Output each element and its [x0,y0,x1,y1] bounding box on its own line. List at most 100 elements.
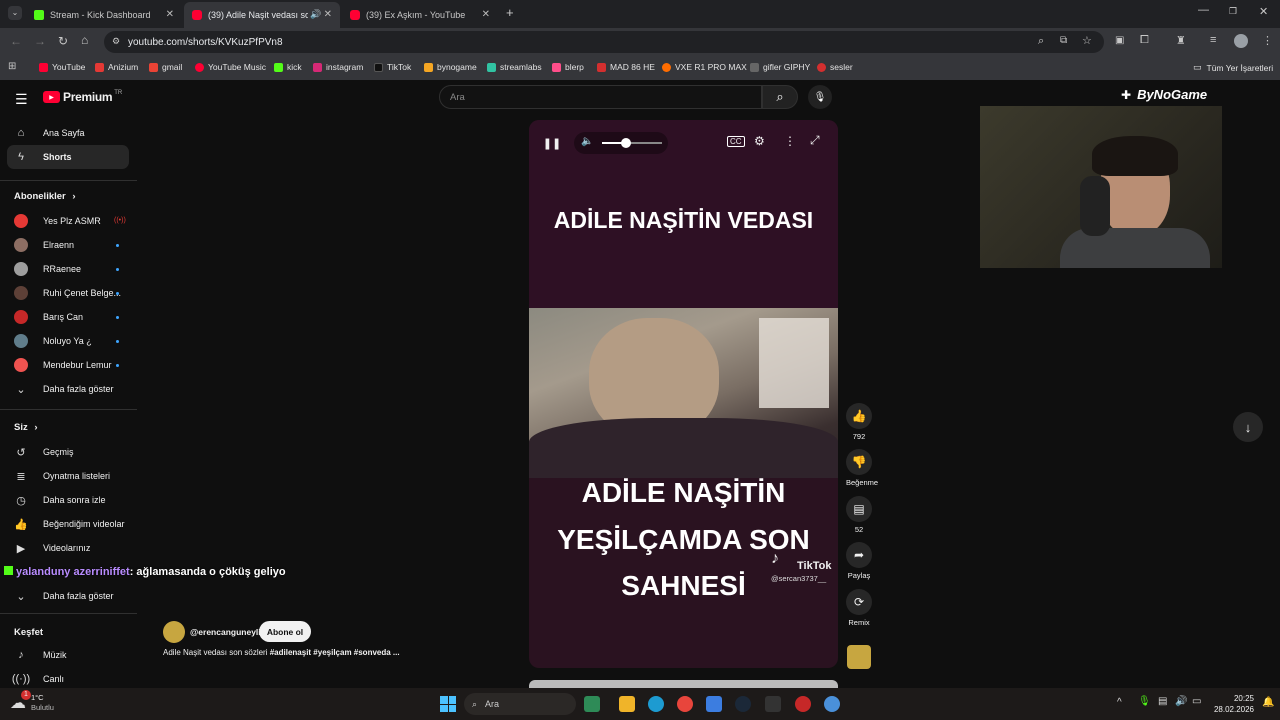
sidebar-show-more-2[interactable]: ⌄ Daha fazla göster [14,589,113,603]
volume-slider-handle[interactable] [621,138,631,148]
dislike-button[interactable]: 👎 Beğenme [846,449,878,487]
weather-widget[interactable]: ☁ 1 1°C Bulutlu [10,690,54,713]
taskbar-search[interactable]: ⌕ Ara [464,693,576,715]
close-tab-icon[interactable]: ✕ [166,9,174,20]
sidebar-item-playlists[interactable]: ≣ Oynatma listeleri [14,469,110,483]
sidebar-sub-mendebur[interactable]: Mendebur Lemur [14,358,112,372]
zoom-icon[interactable]: ⌕ [1038,35,1044,48]
bookmark-youtube[interactable]: YouTube [39,62,85,72]
voice-search-button[interactable]: 🎙 [808,85,832,109]
home-icon[interactable]: ⌂ [81,33,88,47]
bookmark-vxe[interactable]: VXE R1 PRO MAX [662,62,747,72]
tab-ex-askim[interactable]: (39) Ex Aşkım - YouTube ✕ [342,2,498,28]
bookmark-youtube-music[interactable]: YouTube Music [195,62,266,72]
site-info-icon[interactable]: ⚙ [112,36,120,47]
short-description[interactable]: Adile Naşit vedası son sözleri #adilenaş… [163,648,400,657]
shorts-player[interactable]: ❚❚ 🔈 CC ⚙ ⋮ ⤢ ADİLE NAŞİTİN VEDASI ADİLE… [529,120,838,668]
subscribe-button[interactable]: Abone ol [259,621,311,642]
sidebar-item-watch-later[interactable]: ◷ Daha sonra izle [14,493,105,507]
microphone-icon[interactable]: 🎙 [1138,696,1151,707]
new-tab-icon[interactable]: + [506,5,514,20]
bookmark-mad86[interactable]: MAD 86 HE [597,62,655,72]
search-input[interactable]: Ara [439,85,762,109]
back-icon[interactable]: ← [10,34,22,48]
address-bar[interactable]: ⚙ youtube.com/shorts/KVKuzPfPVn8 ⌕ ⧉ ☆ [104,31,1104,53]
hamburger-menu-icon[interactable]: ☰ [15,91,28,108]
bookmark-kick[interactable]: kick [274,62,302,72]
store-icon[interactable] [706,696,722,712]
network-icon[interactable]: ▤ [1158,696,1167,707]
volume-track[interactable] [602,138,662,148]
tab-search-icon[interactable]: ⌄ [8,6,22,20]
apps-icon[interactable]: ⊞ [8,61,16,72]
battery-icon[interactable]: ▭ [1192,696,1201,707]
extension-icon[interactable]: ♜ [1176,34,1186,47]
sidebar-show-more[interactable]: ⌄ Daha fazla göster [14,382,113,396]
edge-icon[interactable] [648,696,664,712]
search-button[interactable]: ⌕ [762,85,798,109]
sidebar-sub-rraenee[interactable]: RRaenee [14,262,81,276]
close-tab-icon[interactable]: ✕ [482,9,490,20]
sidebar-sub-noluyo[interactable]: Noluyo Ya ¿ [14,334,92,348]
subscriptions-heading[interactable]: Abonelikler › [14,191,76,202]
tab-adile-nasit[interactable]: (39) Adile Naşit vedası son 🔊 ✕ [184,2,340,28]
you-heading[interactable]: Siz › [14,422,38,433]
settings-gear-icon[interactable]: ⚙ [754,134,765,148]
close-tab-icon[interactable]: ✕ [324,9,332,20]
share-button[interactable]: ➦ Paylaş [846,542,872,580]
speaker-icon[interactable]: 🔊 [1175,696,1187,707]
more-options-icon[interactable]: ⋮ [784,134,796,148]
next-short-button[interactable]: ↓ [1233,412,1263,442]
media-control-icon[interactable]: ≡ [1210,34,1216,46]
notifications-icon[interactable]: 🔔 [1262,697,1274,708]
channel-name[interactable]: @erencanguneyli [190,627,261,637]
epic-games-icon[interactable] [765,696,781,712]
all-bookmarks[interactable]: ▭ Tüm Yer İşaretleri [1193,62,1273,73]
sidebar-item-your-videos[interactable]: ▶ Videolarınız [14,541,91,555]
restore-icon[interactable]: ❐ [1229,6,1237,17]
show-hidden-icons[interactable]: ^ [1117,697,1122,708]
fullscreen-icon[interactable]: ⤢ [810,133,820,148]
like-button[interactable]: 👍 792 [846,403,872,441]
audio-thumbnail[interactable] [847,645,871,669]
bookmark-tiktok[interactable]: TikTok [374,62,411,72]
extensions-icon[interactable]: ⧠ [1140,34,1149,47]
remix-button[interactable]: ⟳ Remix [846,589,872,627]
sidebar-sub-ruhi[interactable]: Ruhi Çenet Belge... [14,286,121,300]
sidebar-sub-elraenn[interactable]: Elraenn [14,238,74,252]
reload-icon[interactable]: ↻ [58,34,68,48]
pause-button[interactable]: ❚❚ [543,134,561,152]
bookmark-bynogame[interactable]: bynogame [424,62,477,72]
sidebar-item-live[interactable]: ((·)) Canlı [12,672,64,686]
tab-kick-dashboard[interactable]: Stream - Kick Dashboard ✕ [26,2,182,28]
forward-icon[interactable]: → [34,34,46,48]
profile-avatar[interactable] [1234,34,1248,48]
clock[interactable]: 20:25 28.02.2026 [1210,693,1254,715]
file-explorer-icon[interactable] [619,696,635,712]
bookmark-giphy[interactable]: gifler GIPHY [750,62,810,72]
comment-button[interactable]: ▤ 52 [846,496,872,534]
bookmark-star-icon[interactable]: ☆ [1082,34,1092,47]
sidebar-item-history[interactable]: ↺ Geçmiş [14,445,73,459]
chrome-icon[interactable] [677,696,693,712]
channel-avatar[interactable] [163,621,185,643]
sidebar-sub-bariscan[interactable]: Barış Can [14,310,83,324]
browser-menu-icon[interactable]: ⋮ [1262,34,1273,47]
volume-control[interactable]: 🔈 [574,132,668,154]
description-hashtags[interactable]: #adilenaşit #yeşilçam #sonveda ... [270,648,400,657]
install-app-icon[interactable]: ⧉ [1060,35,1067,46]
bookmark-instagram[interactable]: instagram [313,62,363,72]
sidebar-item-liked[interactable]: 👍 Beğendiğim videolar [14,517,124,531]
bookmark-sesler[interactable]: sesler [817,62,853,72]
copilot-icon[interactable] [584,696,600,712]
minimize-icon[interactable]: — [1198,4,1209,16]
youtube-premium-logo[interactable]: ▶ Premium TR [43,90,122,104]
windows-start-button[interactable] [440,696,456,712]
sidebar-item-home[interactable]: ⌂ Ana Sayfa [14,126,85,140]
captions-icon[interactable]: CC [727,136,745,147]
bookmark-streamlabs[interactable]: streamlabs [487,62,542,72]
sidebar-sub-yesplz[interactable]: Yes Plz ASMR [14,214,101,228]
audio-playing-icon[interactable]: 🔊 [310,9,321,20]
app-icon[interactable] [824,696,840,712]
screen-capture-icon[interactable]: ▣ [1115,35,1124,46]
